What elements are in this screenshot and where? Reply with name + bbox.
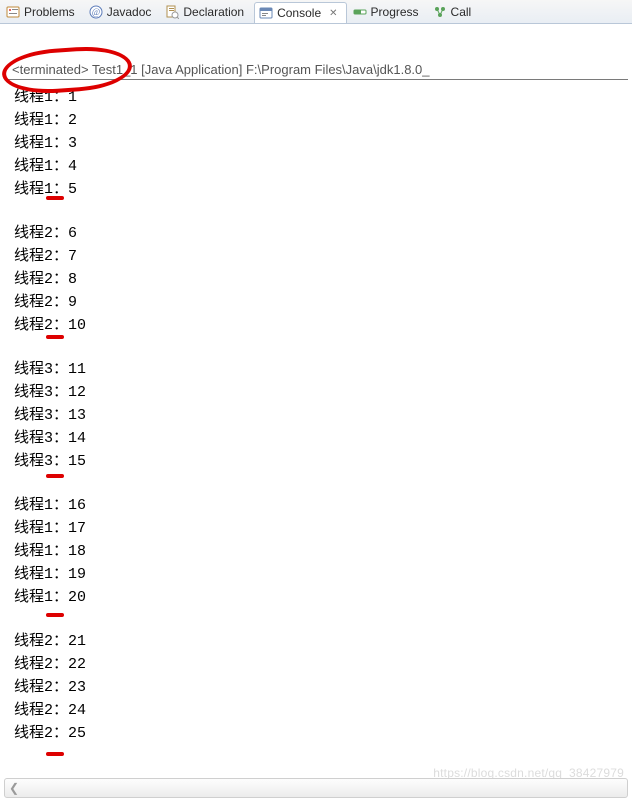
console-line: 线程2：23 — [14, 676, 632, 699]
tab-call[interactable]: Call — [429, 1, 480, 23]
tab-declaration[interactable]: Declaration — [161, 1, 252, 23]
console-line: 线程2：6 — [14, 222, 632, 245]
console-line: 线程2：8 — [14, 268, 632, 291]
run-path: F:\Program Files\Java\jdk1.8.0_ — [246, 62, 430, 77]
console-line: 线程1：3 — [14, 132, 632, 155]
tab-label: Progress — [371, 5, 419, 19]
tab-label: Problems — [24, 5, 75, 19]
javadoc-icon: @ — [89, 5, 103, 19]
tab-label: Call — [451, 5, 472, 19]
bottom-bar[interactable]: ❮ — [4, 778, 628, 798]
console-block: 线程2：21线程2：22线程2：23线程2：24线程2：25 — [14, 630, 632, 745]
console-line: 线程2：7 — [14, 245, 632, 268]
console-icon — [259, 6, 273, 20]
console-line: 线程1：19 — [14, 563, 632, 586]
console-line: 线程2：10 — [14, 314, 632, 337]
progress-icon — [353, 5, 367, 19]
console-line: 线程3：13 — [14, 404, 632, 427]
svg-text:@: @ — [92, 7, 100, 17]
console-line: 线程1：18 — [14, 540, 632, 563]
console-line: 线程2：21 — [14, 630, 632, 653]
console-line: 线程3：14 — [14, 427, 632, 450]
console-output: 线程1：1线程1：2线程1：3线程1：4线程1：5 线程2：6线程2：7线程2：8… — [0, 84, 632, 745]
console-line: 线程3：15 — [14, 450, 632, 473]
run-status: <terminated> — [12, 62, 89, 77]
tab-progress[interactable]: Progress — [349, 1, 427, 23]
console-line: 线程2：25 — [14, 722, 632, 745]
console-block: 线程1：16线程1：17线程1：18线程1：19线程1：20 — [14, 494, 632, 609]
console-line: 线程2：9 — [14, 291, 632, 314]
console-line: 线程3：11 — [14, 358, 632, 381]
console-line: 线程1：1 — [14, 86, 632, 109]
run-app: Test1_1 — [92, 62, 138, 77]
console-line: 线程1：17 — [14, 517, 632, 540]
tab-console[interactable]: Console ✕ — [254, 2, 346, 24]
tab-problems[interactable]: Problems — [2, 1, 83, 23]
console-line: 线程2：22 — [14, 653, 632, 676]
tab-label: Console — [277, 6, 321, 20]
chevron-left-icon[interactable]: ❮ — [9, 781, 19, 795]
console-line: 线程1：2 — [14, 109, 632, 132]
tab-label: Javadoc — [107, 5, 152, 19]
console-line: 线程3：12 — [14, 381, 632, 404]
console-line: 线程1：20 — [14, 586, 632, 609]
tab-label: Declaration — [183, 5, 244, 19]
run-kind: [Java Application] — [141, 62, 242, 77]
console-run-info: <terminated> Test1_1 [Java Application] … — [8, 60, 628, 80]
console-line: 线程1：16 — [14, 494, 632, 517]
console-line: 线程2：24 — [14, 699, 632, 722]
problems-icon — [6, 5, 20, 19]
call-icon — [433, 5, 447, 19]
console-line: 线程1：4 — [14, 155, 632, 178]
close-icon[interactable]: ✕ — [329, 8, 337, 19]
tab-javadoc[interactable]: @ Javadoc — [85, 1, 160, 23]
console-block: 线程2：6线程2：7线程2：8线程2：9线程2：10 — [14, 222, 632, 337]
view-tabbar: Problems @ Javadoc Declaration Console ✕… — [0, 0, 632, 24]
console-block: 线程1：1线程1：2线程1：3线程1：4线程1：5 — [14, 86, 632, 201]
annotation-underline — [46, 752, 64, 756]
declaration-icon — [165, 5, 179, 19]
console-block: 线程3：11线程3：12线程3：13线程3：14线程3：15 — [14, 358, 632, 473]
console-line: 线程1：5 — [14, 178, 632, 201]
